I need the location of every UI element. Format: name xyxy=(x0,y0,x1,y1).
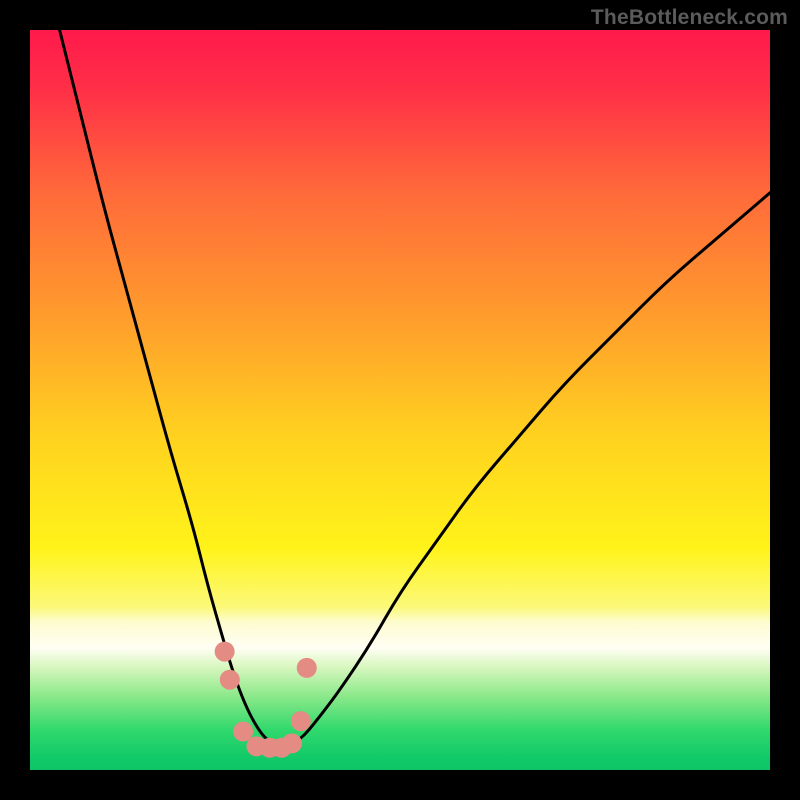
chart-background xyxy=(30,30,770,770)
highlight-marker xyxy=(291,711,311,731)
highlight-marker xyxy=(215,642,235,662)
plot-area xyxy=(30,30,770,770)
watermark-text: TheBottleneck.com xyxy=(591,6,788,30)
highlight-marker xyxy=(233,722,253,742)
highlight-marker xyxy=(220,670,240,690)
chart-svg xyxy=(30,30,770,770)
highlight-marker xyxy=(282,733,302,753)
highlight-marker xyxy=(297,658,317,678)
chart-frame: TheBottleneck.com xyxy=(0,0,800,800)
